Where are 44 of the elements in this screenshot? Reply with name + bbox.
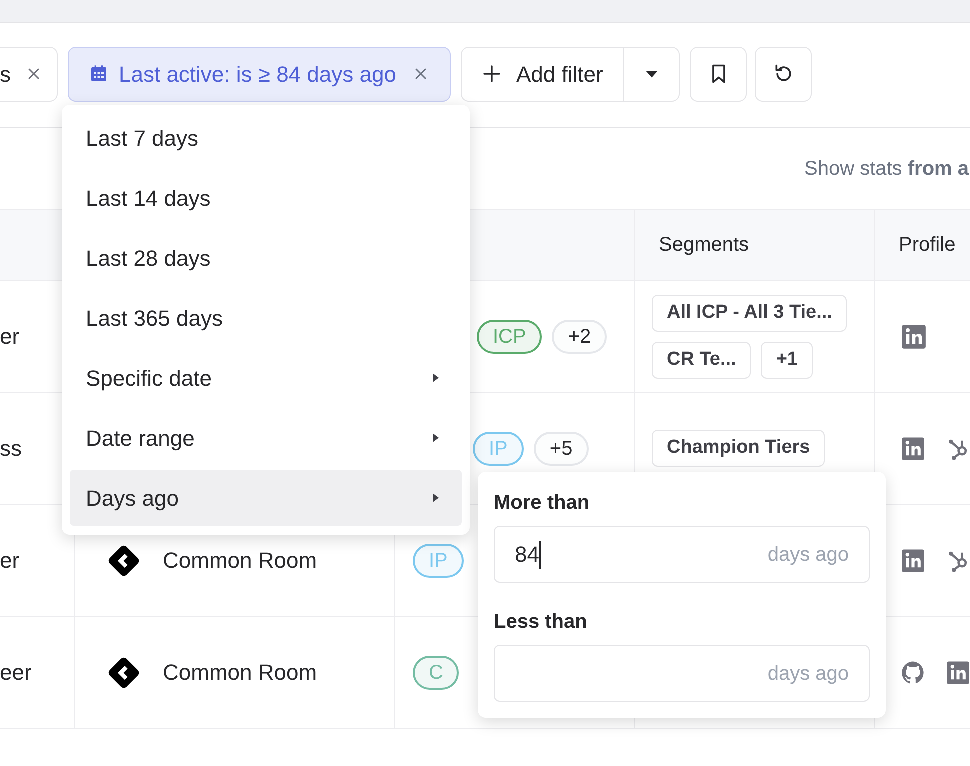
menu-item[interactable]: Last 7 days — [70, 110, 462, 166]
menu-item[interactable]: Last 14 days — [70, 170, 462, 226]
menu-item[interactable]: Last 28 days — [70, 230, 462, 286]
segment-tag: CR Te... — [652, 342, 752, 378]
linkedin-icon — [946, 660, 970, 686]
segment-tag: All ICP - All 3 Tie... — [652, 294, 848, 332]
tag: +2 — [552, 320, 608, 354]
linkedin-icon — [901, 324, 927, 350]
filter-chip-label: Last active: is ≥ 84 days ago — [119, 60, 396, 89]
calendar-icon — [89, 64, 109, 84]
field-label: More than — [494, 491, 590, 516]
unit-suffix: days ago — [768, 662, 849, 686]
github-icon — [901, 660, 926, 686]
tag: C — [413, 656, 460, 690]
tag: IP — [473, 432, 524, 466]
menu-item[interactable]: Days ago — [70, 470, 462, 526]
filter-chip[interactable]: s — [0, 46, 58, 102]
segment-tag: +1 — [761, 342, 813, 378]
company-name: Common Room — [163, 659, 318, 687]
tag: IP — [413, 544, 464, 578]
stats-label: Show stats from a — [804, 156, 969, 182]
field-label: Less than — [494, 610, 588, 635]
tag: +5 — [534, 432, 589, 466]
menu-item[interactable]: Date range — [70, 410, 462, 466]
table-cell-text: er — [0, 547, 20, 575]
days-input-field[interactable]: 84 days ago — [494, 526, 870, 583]
plus-icon — [482, 64, 502, 84]
column-header: Segments — [659, 233, 750, 258]
linkedin-icon — [901, 436, 926, 462]
company-name: Common Room — [163, 547, 318, 575]
tag: ICP — [477, 320, 542, 354]
bookmark-button[interactable] — [690, 46, 748, 102]
segment-tag: Champion Tiers — [652, 430, 826, 467]
unit-suffix: days ago — [768, 542, 849, 568]
menu-item[interactable]: Last 365 days — [70, 290, 462, 346]
menu-item[interactable]: Specific date — [70, 350, 462, 406]
column-header: Profile — [899, 233, 956, 258]
table-cell-text: er — [0, 323, 20, 351]
filter-chip-label: s — [0, 60, 11, 88]
table-cell-text: ss — [0, 435, 22, 463]
active-filter-chip[interactable]: Last active: is ≥ 84 days ago — [68, 46, 452, 102]
undo-button[interactable] — [755, 46, 812, 102]
table-cell-text: eer — [0, 659, 32, 687]
linkedin-icon — [901, 548, 926, 574]
